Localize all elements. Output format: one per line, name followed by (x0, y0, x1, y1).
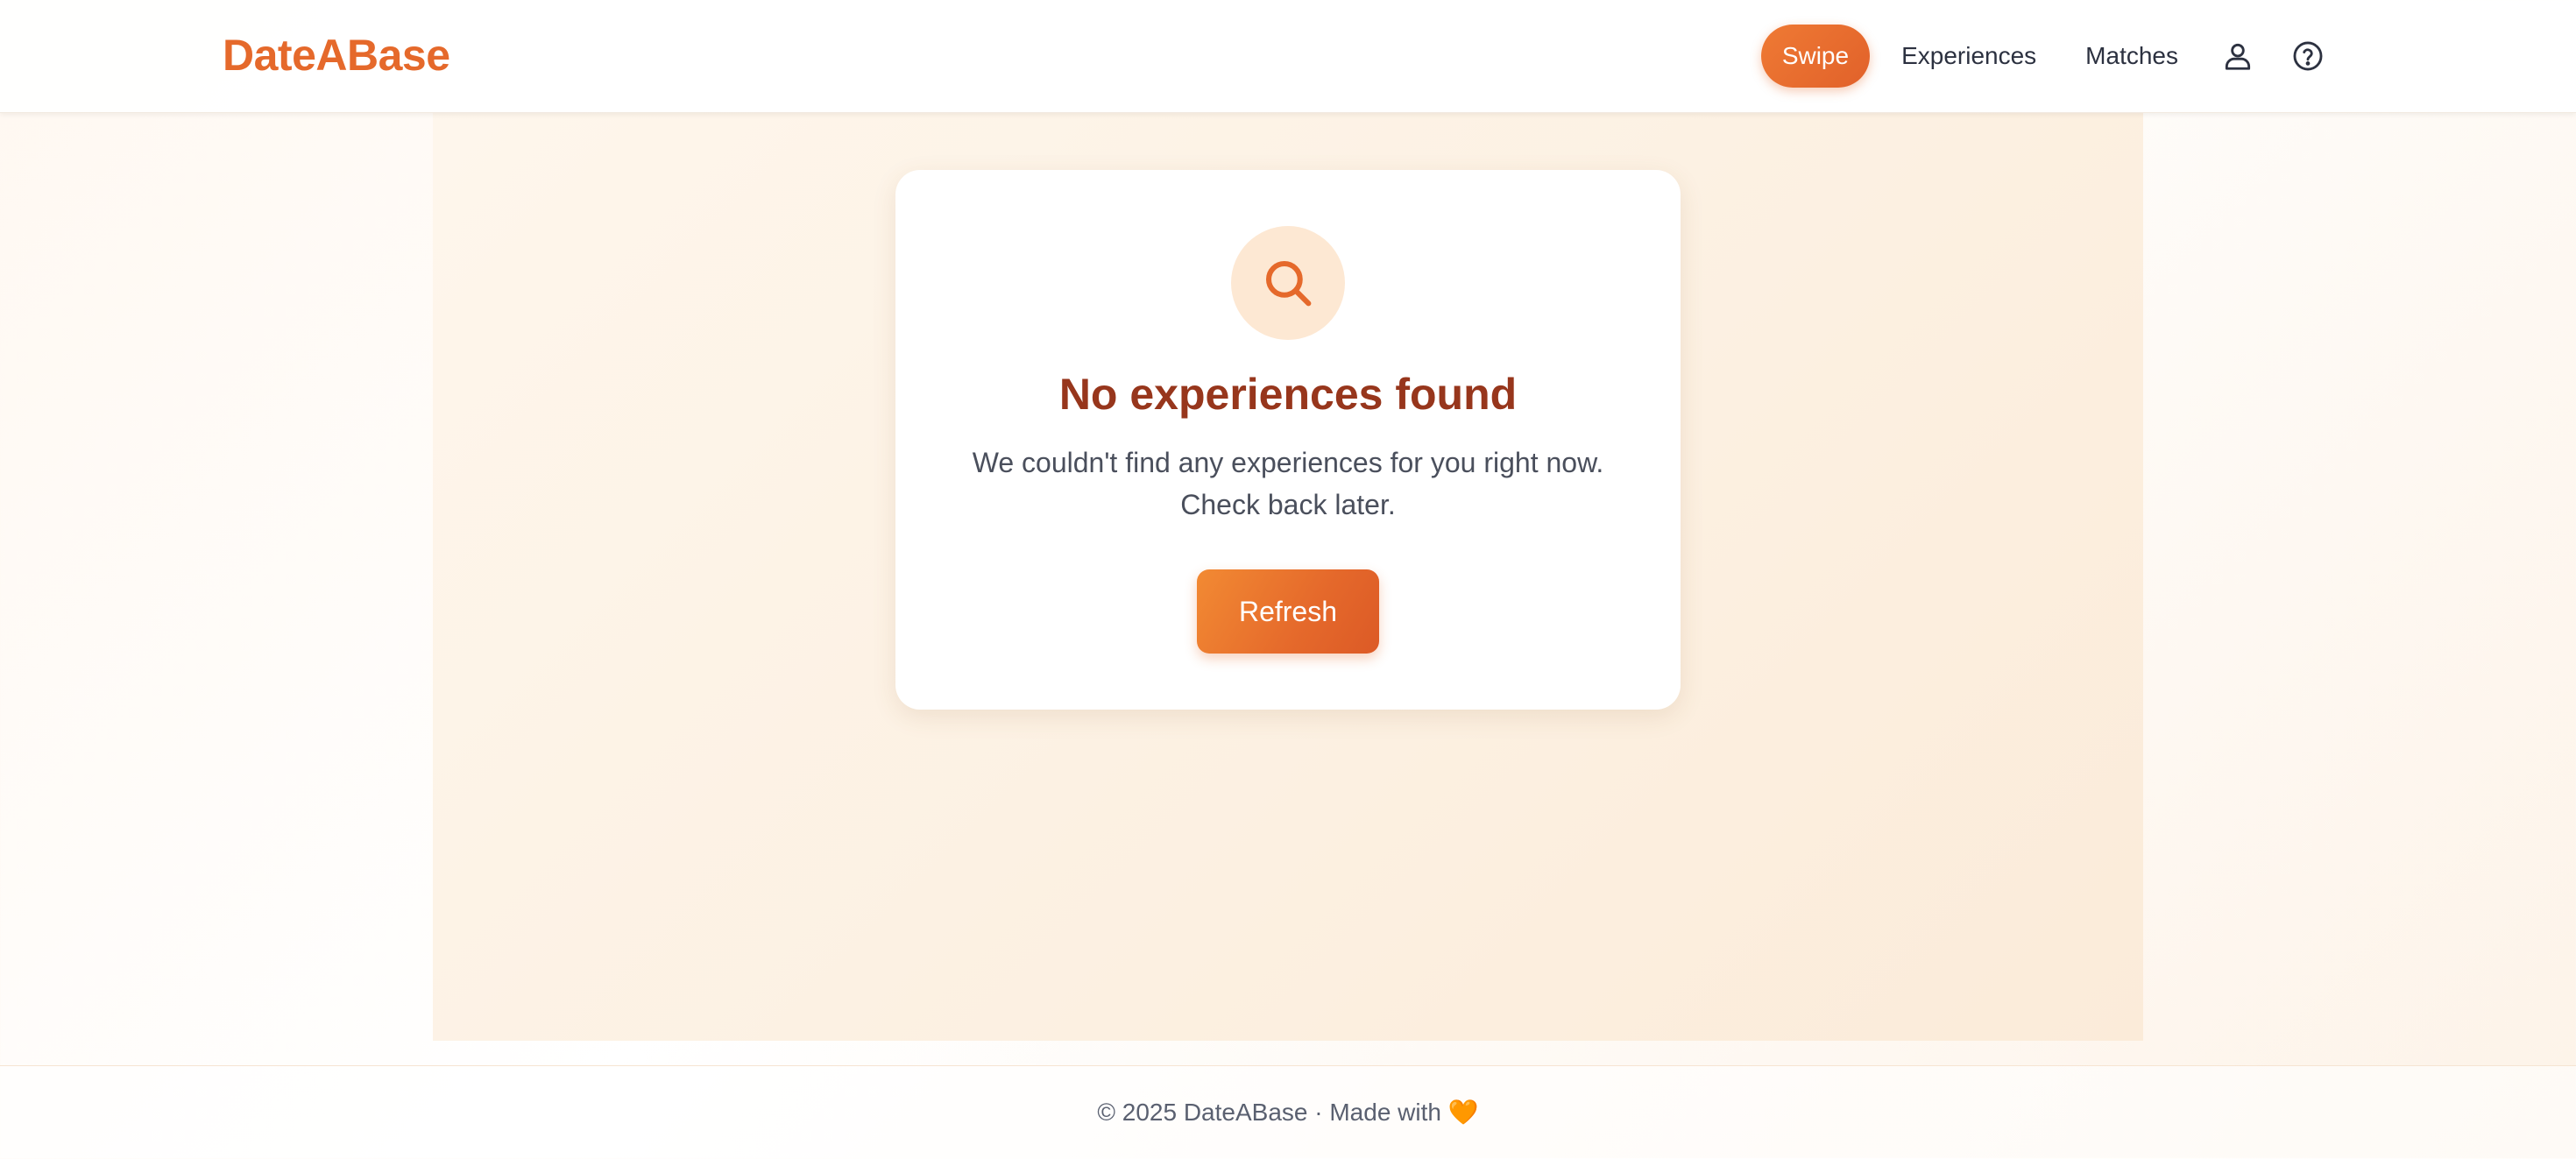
empty-state-message-line1: We couldn't find any experiences for you… (972, 447, 1604, 478)
empty-state-message: We couldn't find any experiences for you… (948, 442, 1628, 526)
footer-text: © 2025 DateABase · Made with (1097, 1099, 1441, 1126)
top-navbar: DateABase Swipe Experiences Matches (0, 0, 2576, 113)
profile-button[interactable] (2203, 25, 2273, 88)
empty-state-message-line2: Check back later. (1180, 489, 1396, 520)
nav-matches[interactable]: Matches (2061, 25, 2203, 88)
empty-state-title: No experiences found (1058, 370, 1518, 419)
nav-experiences[interactable]: Experiences (1877, 25, 2061, 88)
empty-state-card: No experiences found We couldn't find an… (895, 170, 1681, 710)
main-nav: Swipe Experiences Matches (1760, 25, 2343, 88)
user-icon (2225, 43, 2251, 70)
help-button[interactable] (2273, 25, 2343, 88)
heart-icon: 🧡 (1447, 1099, 1479, 1126)
nav-swipe[interactable]: Swipe (1760, 25, 1871, 88)
app-logo[interactable]: DateABase (223, 26, 450, 84)
search-icon (1265, 260, 1312, 307)
footer: © 2025 DateABase · Made with 🧡 (0, 1065, 2576, 1159)
help-icon (2293, 41, 2323, 71)
empty-state-icon-badge (1231, 226, 1345, 340)
refresh-button[interactable]: Refresh (1197, 569, 1379, 654)
